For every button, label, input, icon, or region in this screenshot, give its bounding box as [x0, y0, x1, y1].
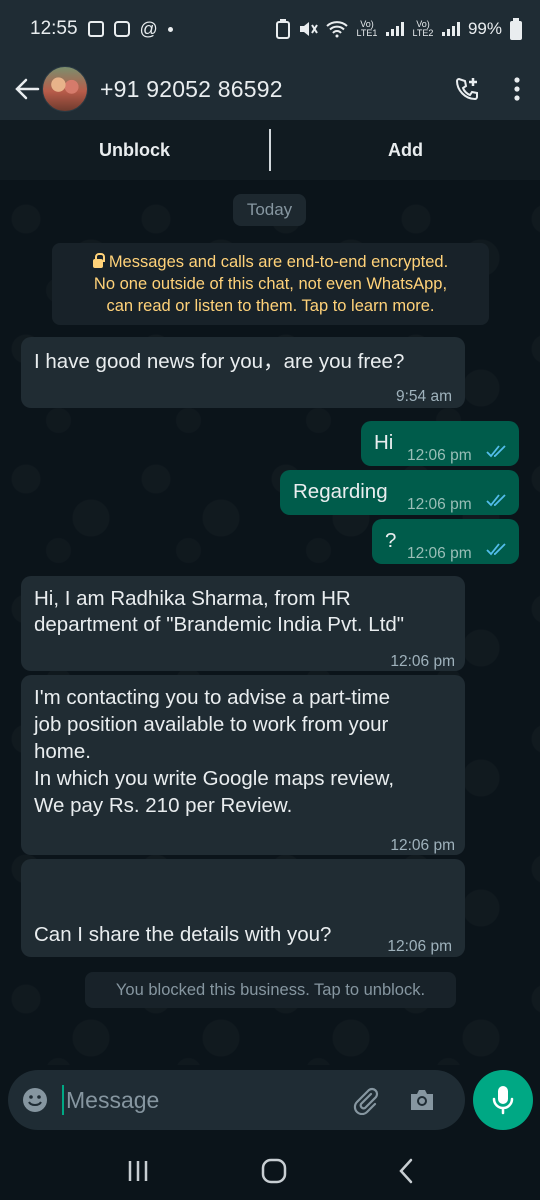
status-time: 12:55	[30, 18, 78, 39]
battery-saver-icon	[275, 19, 290, 39]
battery-icon	[510, 18, 522, 40]
incoming-message[interactable]: Can I share the details with you? 12:06 …	[21, 859, 465, 957]
message-text-line: Hi, I am Radhika Sharma, from HR	[34, 587, 351, 610]
encryption-line: No one outside of this chat, not even Wh…	[93, 275, 448, 293]
message-time: 12:06 pm	[407, 447, 472, 464]
message-time: 12:06 pm	[390, 653, 455, 670]
recent-apps-icon[interactable]	[126, 1159, 150, 1183]
signal-icon	[441, 22, 460, 36]
message-input[interactable]	[66, 1086, 336, 1114]
message-text: Hi	[374, 431, 394, 454]
home-icon[interactable]	[261, 1158, 287, 1184]
sim1-label: Vo) LTE1	[356, 19, 378, 38]
mic-icon	[492, 1086, 514, 1115]
read-ticks-icon	[486, 445, 506, 458]
message-text-line: We pay Rs. 210 per Review.	[34, 794, 293, 817]
photo-icon	[113, 21, 130, 37]
message-text-line: department of "Brandemic India Pvt. Ltd"	[34, 613, 405, 636]
battery-level: 99%	[467, 19, 502, 38]
message-text-line: Can I share the details with you?	[34, 923, 332, 946]
outgoing-message[interactable]: Regarding 12:06 pm	[280, 470, 519, 515]
message-text-line: In which you write Google maps review,	[34, 767, 395, 790]
message-time: 12:06 pm	[407, 545, 472, 562]
mute-icon	[299, 22, 318, 36]
unblock-button[interactable]: Unblock	[0, 140, 269, 161]
message-composer	[8, 1070, 465, 1130]
status-bar: 12:55 @ Vo) LTE1 Vo) LTE2 99%	[0, 0, 540, 58]
date-chip: Today	[233, 194, 306, 226]
incoming-message[interactable]: Hi, I am Radhika Sharma, from HR departm…	[21, 576, 465, 671]
block-action-bar: Unblock Add	[0, 120, 540, 180]
threads-icon: @	[139, 18, 158, 39]
message-text: I have good news for you，are you free?	[34, 350, 405, 373]
signal-icon	[385, 22, 404, 36]
status-right: Vo) LTE1 Vo) LTE2 99%	[275, 18, 522, 40]
sim2-label: Vo) LTE2	[412, 19, 434, 38]
back-icon[interactable]	[398, 1158, 414, 1184]
notification-icon	[87, 21, 104, 37]
message-text: ?	[385, 529, 397, 552]
chat-header: +91 92052 86592	[0, 58, 540, 120]
message-text-line: job position available to work from your	[34, 713, 389, 736]
more-notifications-dot	[167, 26, 173, 32]
incoming-message[interactable]: I have good news for you，are you free? 9…	[21, 337, 465, 408]
add-call-icon[interactable]	[454, 76, 480, 102]
read-ticks-icon	[486, 543, 506, 556]
message-time: 12:06 pm	[390, 837, 455, 854]
header-actions	[454, 76, 520, 102]
blocked-notice[interactable]: You blocked this business. Tap to unbloc…	[85, 972, 456, 1008]
wifi-icon	[326, 21, 348, 38]
message-text-line: I'm contacting you to advise a part-time	[34, 686, 390, 709]
message-time: 12:06 pm	[407, 496, 472, 513]
outgoing-message[interactable]: ? 12:06 pm	[372, 519, 519, 564]
read-ticks-icon	[486, 494, 506, 507]
contact-name[interactable]: +91 92052 86592	[100, 76, 283, 103]
message-text: Regarding	[293, 480, 388, 503]
add-contact-button[interactable]: Add	[271, 140, 540, 161]
outgoing-message[interactable]: Hi 12:06 pm	[361, 421, 519, 466]
message-time: 12:06 pm	[387, 938, 452, 955]
incoming-message[interactable]: I'm contacting you to advise a part-time…	[21, 675, 465, 855]
more-options-icon[interactable]	[514, 77, 520, 101]
lock-icon	[92, 253, 105, 268]
mic-button[interactable]	[473, 1070, 533, 1130]
back-arrow-icon[interactable]	[14, 76, 40, 102]
encryption-line: Messages and calls are end-to-end encryp…	[52, 251, 489, 273]
emoji-icon[interactable]	[22, 1087, 48, 1113]
encryption-line: can read or listen to them. Tap to learn…	[106, 297, 435, 315]
status-left: 12:55 @	[18, 18, 173, 40]
avatar[interactable]	[42, 66, 88, 112]
message-text-line: home.	[34, 740, 91, 763]
attach-icon[interactable]	[350, 1085, 380, 1115]
message-time: 9:54 am	[395, 388, 452, 405]
encryption-notice[interactable]: Messages and calls are end-to-end encryp…	[52, 243, 489, 325]
system-nav-bar	[0, 1142, 540, 1200]
camera-icon[interactable]	[408, 1088, 436, 1112]
text-cursor	[62, 1085, 64, 1115]
